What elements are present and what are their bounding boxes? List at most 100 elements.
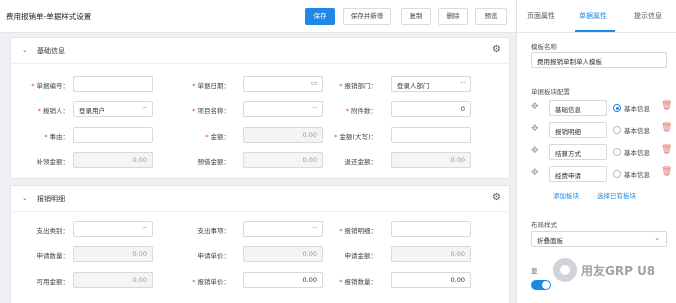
block-row: ✥ 结算方式 基本信息 🗑 — [531, 144, 672, 160]
tab-hint-info[interactable]: 提示信息 — [634, 11, 662, 21]
template-name-input[interactable]: 费用报销单制单人模板 — [531, 52, 667, 68]
block-option-radio[interactable] — [613, 104, 621, 112]
expense-detail-section: ⌄ 报销明细 ⚙ 支出类别： ··· 支出事项： ··· * 报销明细： 申请数量： 0.00… — [10, 185, 510, 303]
field-input[interactable]: 登录人部门 ··· — [391, 76, 471, 92]
block-option-radio[interactable] — [613, 170, 621, 178]
field-label: 支出类别： — [15, 225, 70, 235]
block-option-radio[interactable] — [613, 148, 621, 156]
field-value: 0.00 — [450, 156, 465, 164]
yonyou-logo-icon — [553, 258, 577, 282]
field-value: 0.00 — [302, 276, 317, 284]
layout-style-label: 布局样式 — [531, 221, 557, 229]
field-input[interactable] — [391, 127, 471, 143]
block-option-label: 基本信息 — [624, 171, 650, 179]
layout-style-select[interactable]: 折叠面板 ⌄ — [531, 231, 667, 247]
trash-icon[interactable]: 🗑 — [661, 101, 672, 111]
field-input[interactable]: ··· — [243, 101, 323, 117]
field-value: 0.00 — [450, 250, 465, 258]
field-label-text: 项目名称： — [197, 107, 231, 115]
ellipsis-icon[interactable]: ··· — [312, 224, 318, 232]
required-marker: * — [192, 107, 196, 115]
block-name-input[interactable]: 经费申请 — [549, 166, 607, 182]
field-input: 0.00 — [243, 152, 323, 168]
field-label: * 单据日期： — [176, 80, 230, 90]
add-block-link[interactable]: 添加板块 — [553, 190, 579, 200]
field-input[interactable]: ▭ — [243, 76, 323, 92]
gear-icon[interactable]: ⚙ — [492, 44, 501, 55]
block-option-label: 基本信息 — [624, 149, 650, 157]
field-input: 0.00 — [243, 246, 323, 262]
tab-document-properties[interactable]: 单据属性 — [579, 11, 607, 21]
required-marker: * — [334, 133, 338, 141]
ellipsis-icon[interactable]: ··· — [142, 104, 148, 112]
panel-tabs: 页面属性 单据属性 提示信息 — [517, 0, 676, 33]
field-input: 0.00 — [73, 152, 153, 168]
block-option-label: 基本信息 — [624, 105, 650, 113]
field-label: 退还金额： — [323, 156, 378, 166]
required-marker: * — [339, 227, 343, 235]
section-header[interactable]: ⌄ 报销明细 ⚙ — [11, 186, 509, 212]
choose-existing-block-link[interactable]: 选择已有板块 — [597, 190, 636, 200]
field-value: 0.00 — [450, 276, 465, 284]
gear-icon[interactable]: ⚙ — [492, 192, 501, 203]
block-row: ✥ 基础信息 基本信息 🗑 — [531, 100, 672, 116]
toolbar: 费用报销单-单据样式设置 保存 保存并新增 复制 删除 预览 — [0, 0, 516, 33]
drag-handle-icon[interactable]: ✥ — [531, 124, 539, 134]
delete-button[interactable]: 删除 — [438, 8, 468, 25]
field-input[interactable]: 0.00 — [243, 272, 323, 288]
field-value: 登录人部门 — [397, 82, 430, 90]
active-tab-indicator — [575, 30, 615, 32]
section-header[interactable]: ⌄ 基础信息 ⚙ — [11, 38, 509, 64]
field-label: 预借金额： — [176, 156, 231, 166]
trash-icon[interactable]: 🗑 — [661, 145, 672, 155]
trash-icon[interactable]: 🗑 — [661, 123, 672, 133]
field-input[interactable] — [73, 76, 153, 92]
field-input[interactable]: ··· — [73, 221, 153, 237]
chevron-down-icon[interactable]: ⌄ — [22, 46, 28, 54]
save-and-new-button[interactable]: 保存并新增 — [343, 8, 391, 25]
field-input[interactable] — [391, 221, 471, 237]
field-value: 0.00 — [132, 250, 147, 258]
form-canvas: ⌄ 基础信息 ⚙ * 单据编号： * 单据日期： ▭ * 报销部门： 登录人部门 ··· * 报销人… — [0, 33, 516, 303]
field-input[interactable]: 登录用户 ··· — [73, 101, 153, 117]
ellipsis-icon[interactable]: ··· — [312, 104, 318, 112]
block-name-input[interactable]: 报销明细 — [549, 122, 607, 138]
block-option-radio[interactable] — [613, 126, 621, 134]
field-label-text: 可用金额： — [36, 278, 70, 286]
field-label-text: 报销部门： — [344, 82, 378, 90]
block-option-label: 基本信息 — [624, 127, 650, 135]
tab-page-properties[interactable]: 页面属性 — [527, 11, 555, 21]
chevron-down-icon: ⌄ — [654, 234, 660, 242]
drag-handle-icon[interactable]: ✥ — [531, 168, 539, 178]
field-label: * 报销数量： — [323, 276, 377, 286]
field-label: 申请数量： — [15, 250, 70, 260]
trash-icon[interactable]: 🗑 — [661, 167, 672, 177]
ellipsis-icon[interactable]: ··· — [142, 224, 148, 232]
copy-button[interactable]: 复制 — [401, 8, 431, 25]
field-label: * 附件数： — [323, 105, 377, 115]
field-label-text: 事由： — [49, 133, 70, 141]
drag-handle-icon[interactable]: ✥ — [531, 146, 539, 156]
display-toggle[interactable] — [531, 280, 551, 290]
field-value: 0.00 — [132, 276, 147, 284]
required-marker: * — [37, 107, 41, 115]
block-name-input[interactable]: 基础信息 — [549, 100, 607, 116]
drag-handle-icon[interactable]: ✥ — [531, 102, 539, 112]
field-input[interactable]: ··· — [243, 221, 323, 237]
field-input[interactable]: 0.00 — [391, 272, 471, 288]
field-input[interactable]: 0 — [391, 101, 471, 117]
field-value: 0.00 — [302, 250, 317, 258]
calendar-icon[interactable]: ▭ — [311, 79, 318, 87]
ellipsis-icon[interactable]: ··· — [460, 79, 466, 87]
chevron-down-icon[interactable]: ⌄ — [22, 194, 28, 202]
field-label: 补领金额： — [15, 156, 70, 166]
field-label: * 报销明细： — [323, 225, 377, 235]
required-marker: * — [339, 278, 343, 286]
save-button[interactable]: 保存 — [305, 8, 335, 25]
required-marker: * — [345, 107, 349, 115]
block-name-input[interactable]: 结算方式 — [549, 144, 607, 160]
field-label-text: 单据日期： — [197, 82, 231, 90]
field-input[interactable] — [73, 127, 153, 143]
preview-button[interactable]: 预览 — [475, 8, 507, 25]
field-value: 0.00 — [302, 131, 317, 139]
